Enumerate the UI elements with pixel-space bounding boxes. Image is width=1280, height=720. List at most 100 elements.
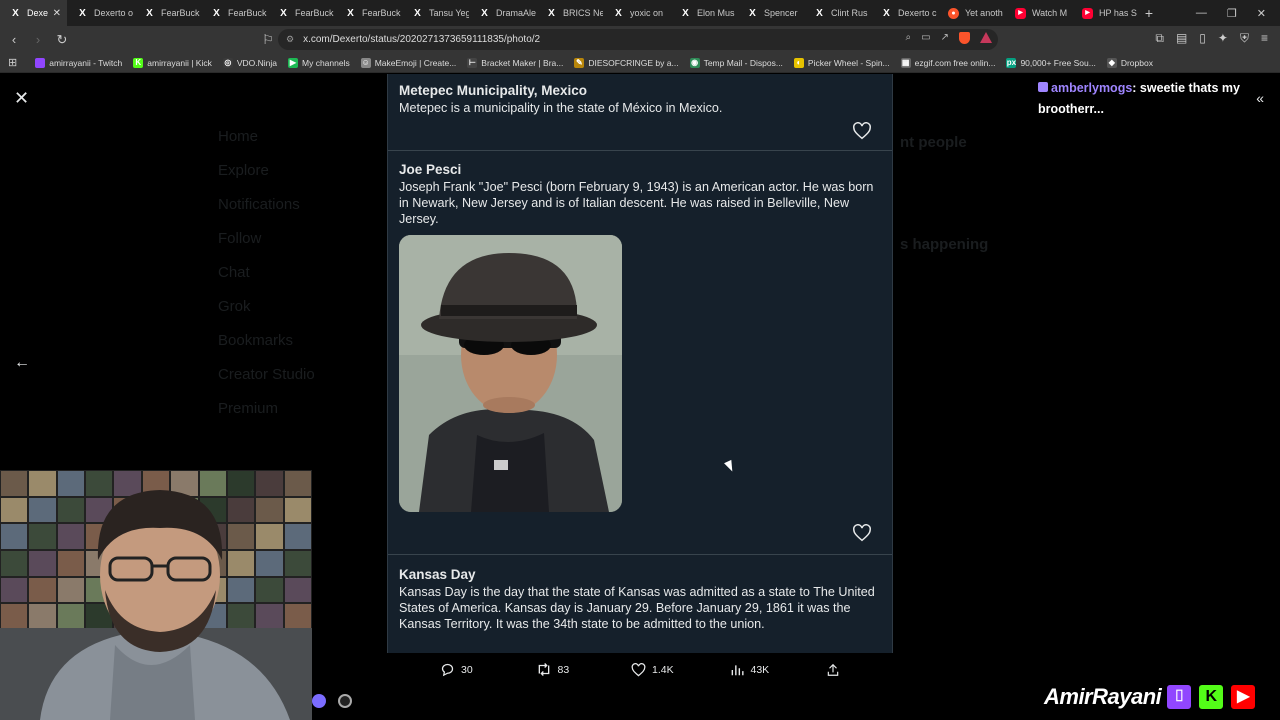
browser-tab[interactable]: X FearBuck [134, 0, 201, 26]
browser-tab[interactable]: ● Yet anoth [938, 0, 1005, 26]
vpn-icon[interactable]: ⛨ [1240, 31, 1249, 46]
browser-tab[interactable]: X Dexerto o [67, 0, 134, 26]
reply-button[interactable]: 30 [440, 662, 536, 677]
repost-button[interactable]: 83 [536, 662, 632, 677]
x-logo-icon: X [12, 7, 19, 19]
address-bar[interactable]: ⚙ x.com/Dexerto/status/20202713736591118… [278, 29, 998, 50]
browser-tab[interactable]: Xyoxic on [603, 0, 670, 26]
tweet-action-bar: 30 83 1.4K 43K [440, 662, 840, 677]
bookmark-icon[interactable]: ⚐ [258, 32, 278, 48]
bookmark-label: Picker Wheel - Spin... [807, 57, 890, 68]
sidebar-icon[interactable]: ▯ [1199, 31, 1206, 46]
tab-label: Yet anoth [965, 8, 1003, 18]
bookmark-label: ezgif.com free onlin... [914, 57, 996, 68]
bookmark-item[interactable]: ◐ Picker Wheel - Spin... [793, 57, 890, 68]
browser-tab[interactable]: X DramaAle [469, 0, 536, 26]
bookmark-item[interactable]: ⊢ Bracket Maker | Bra... [467, 57, 563, 68]
browser-tab[interactable]: X Dexerto c [871, 0, 938, 26]
previous-photo-icon[interactable]: ← [14, 354, 30, 372]
bookmark-favicon-icon: ◉ [689, 57, 700, 68]
taskbar-icons [312, 694, 352, 708]
bookmarks-bar: ⊞ amirrayanii - Twitch Kamirrayanii | Kic… [0, 53, 1280, 73]
like-button[interactable]: 1.4K [631, 662, 730, 677]
bookmark-label: MakeEmoji | Create... [374, 57, 457, 68]
browser-tab[interactable]: ▶ HP has S [1072, 0, 1139, 26]
views-button[interactable]: 43K [730, 662, 826, 677]
entry-body: Kansas Day is the day that the state of … [399, 585, 875, 631]
browser-tab[interactable]: X Clint Rus [804, 0, 871, 26]
close-window-icon[interactable]: ✕ [1257, 7, 1266, 20]
discord-icon[interactable] [312, 694, 326, 708]
browser-tab[interactable]: X Spencer [737, 0, 804, 26]
browser-tab[interactable]: X Elon Mus [670, 0, 737, 26]
browser-tab[interactable]: ▶ Watch M [1005, 0, 1072, 26]
like-count: 1.4K [652, 663, 674, 676]
back-icon[interactable]: ‹ [4, 32, 24, 47]
apps-grid-icon[interactable]: ⊞ [8, 56, 17, 69]
bookmark-item[interactable]: ◉ Temp Mail - Dispos... [689, 57, 783, 68]
bookmark-label: Dropbox [1120, 57, 1153, 68]
site-info-icon[interactable]: ⚙ [286, 34, 294, 45]
list-item: Metepec Municipality, Mexico Metepec is … [388, 74, 892, 151]
tab-label: Elon Mus [697, 8, 735, 18]
restore-icon[interactable]: ❐ [1227, 7, 1237, 20]
cast-icon[interactable]: ▭ [921, 32, 930, 44]
extensions-icon[interactable]: ⧉ [1155, 31, 1164, 46]
bookmark-favicon-icon: ▶ [288, 57, 298, 68]
bookmark-favicon-icon: px [1006, 57, 1017, 68]
menu-icon[interactable]: ≡ [1261, 31, 1268, 46]
url-actions: ⌕ ▭ ↗ [906, 32, 992, 44]
bookmark-item[interactable]: ▶ My channels [288, 57, 350, 68]
bookmark-item[interactable]: ☺ MakeEmoji | Create... [360, 57, 457, 68]
x-logo-icon: X [749, 7, 756, 19]
browser-tab[interactable]: X FearBuck [335, 0, 402, 26]
entry-body: Metepec is a municipality in the state o… [399, 101, 723, 115]
repost-icon [538, 663, 549, 676]
tweet-image-card[interactable]: Metepec Municipality, Mexico Metepec is … [387, 74, 893, 653]
browser-tab[interactable]: X FearBuck [268, 0, 335, 26]
heart-icon[interactable] [852, 122, 872, 140]
bookmark-item[interactable]: px 90,000+ Free Sou... [1006, 57, 1096, 68]
close-icon[interactable]: ✕ [14, 88, 29, 109]
bookmark-favicon-icon: ◐ [793, 57, 804, 68]
browser-tab[interactable]: X FearBuck [201, 0, 268, 26]
youtube-icon: ▶ [1015, 7, 1026, 19]
bookmark-favicon-icon: ▦ [900, 57, 911, 68]
ai-icon[interactable]: ✦ [1218, 31, 1228, 46]
new-tab-icon[interactable]: + [1139, 5, 1159, 21]
kick-icon: K [1197, 683, 1226, 711]
bookmark-label: Temp Mail - Dispos... [703, 57, 783, 68]
settings-icon[interactable] [338, 694, 352, 708]
webcam-overlay [0, 470, 312, 720]
share-button[interactable] [826, 662, 840, 677]
forward-icon[interactable]: › [28, 32, 48, 47]
tabs-icon[interactable]: ▤ [1176, 31, 1187, 46]
tab-label: FearBuck [161, 8, 200, 18]
bookmark-item[interactable]: ◎ VDO.Ninja [222, 57, 277, 68]
heart-icon[interactable] [852, 524, 872, 542]
browser-tab[interactable]: X Tansu Yeg [402, 0, 469, 26]
twitch-icon: ⌷ [1165, 683, 1194, 711]
tab-label: HP has S [1099, 8, 1137, 18]
x-logo-icon: X [615, 7, 622, 19]
brave-shields-icon[interactable] [959, 32, 970, 44]
ghost-sidebar: nt people s happening [900, 134, 989, 253]
bookmark-item[interactable]: ✎ DIESOFCRINGE by a... [574, 57, 679, 68]
bookmark-favicon-icon: ◆ [1106, 57, 1117, 68]
bookmark-item[interactable]: Kamirrayanii | Kick [133, 57, 212, 68]
browser-tab[interactable]: X BRICS Ne [536, 0, 603, 26]
close-tab-icon[interactable]: ✕ [53, 8, 61, 19]
browser-tab[interactable]: X Dexe ✕ [0, 0, 67, 26]
x-logo-icon: X [213, 7, 220, 19]
youtube-icon: ▶ [1229, 683, 1258, 711]
bookmark-item[interactable]: ◆ Dropbox [1106, 57, 1153, 68]
streamer-image [0, 490, 312, 720]
bookmark-item[interactable]: amirrayanii - Twitch [35, 57, 123, 68]
minimize-icon[interactable]: — [1196, 7, 1207, 20]
bookmark-item[interactable]: ▦ ezgif.com free onlin... [900, 57, 996, 68]
brave-rewards-icon[interactable] [980, 32, 992, 43]
bookmark-label: amirrayanii - Twitch [49, 57, 123, 68]
reload-icon[interactable]: ↻ [52, 32, 72, 48]
share-icon[interactable]: ↗ [941, 32, 949, 44]
zoom-icon[interactable]: ⌕ [906, 32, 912, 44]
